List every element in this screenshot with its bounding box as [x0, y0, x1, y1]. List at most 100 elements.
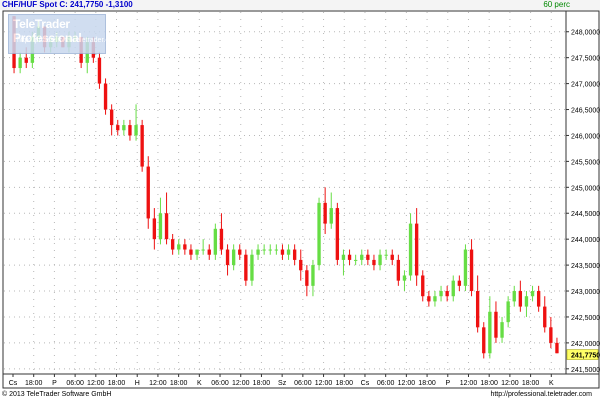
candle-body — [475, 291, 480, 328]
candle-body — [250, 254, 254, 281]
candle-body — [536, 291, 541, 307]
chart-footer: © 2013 TeleTrader Software GmbH http://p… — [0, 389, 600, 400]
candle-body — [244, 254, 248, 281]
candle-body — [170, 239, 175, 250]
x-tick-label: 18:00 — [522, 380, 540, 387]
y-tick-label: 245,0000 — [571, 185, 600, 192]
candle-body — [146, 166, 150, 219]
y-tick-label: 243,0000 — [571, 289, 600, 296]
candle-body — [524, 296, 529, 307]
candlestick-chart: 241,5000 242,0000 242,5000 243,0000 243,5000… — [0, 0, 600, 389]
candle-body — [238, 249, 242, 255]
candle-body — [488, 311, 492, 354]
y-tick-label: 248,0000 — [571, 30, 600, 37]
candle-body — [152, 218, 157, 240]
candle-body — [427, 296, 431, 302]
candle-body — [439, 291, 443, 297]
candle-body — [201, 249, 205, 251]
x-tick-label: Cs — [9, 380, 18, 387]
candle-body — [335, 208, 340, 260]
candle-body — [164, 213, 169, 240]
candle-body — [311, 265, 315, 286]
teletrader-watermark: TeleTrader Professional http://professio… — [8, 14, 119, 54]
candle-body — [518, 291, 523, 307]
candle-body — [366, 254, 370, 260]
candle-body — [262, 249, 266, 251]
last-price-label: 241,7750 — [571, 353, 600, 360]
candle-body — [134, 125, 138, 136]
x-tick-label: 12:00 — [398, 380, 416, 387]
footer-url: http://professional.teletrader.com — [490, 391, 592, 398]
x-tick-label: 06:00 — [294, 380, 312, 387]
x-tick-label: K — [549, 380, 554, 387]
candle-body — [457, 280, 462, 286]
x-tick-label: 18:00 — [25, 380, 43, 387]
candle-body — [189, 249, 193, 255]
candle-body — [341, 254, 346, 260]
candle-body — [530, 291, 535, 297]
candle-body — [347, 254, 352, 260]
x-tick-label: 18:00 — [418, 380, 436, 387]
y-tick-label: 245,5000 — [571, 159, 600, 166]
candle-body — [482, 327, 486, 354]
candle-body — [195, 249, 199, 255]
candle-body — [286, 249, 291, 255]
candle-body — [360, 254, 364, 260]
candle-body — [183, 244, 187, 250]
x-tick-label: 12:00 — [315, 380, 333, 387]
candle-body — [323, 202, 327, 224]
candle-body — [213, 228, 218, 255]
candle-body — [494, 311, 498, 338]
x-tick-label: 18:00 — [108, 380, 126, 387]
watermark-url: http://professional.teletrader.com — [17, 37, 119, 44]
candle-body — [500, 322, 504, 338]
candle-body — [414, 223, 419, 276]
candle-body — [402, 275, 407, 281]
candle-body — [421, 275, 425, 297]
candle-body — [219, 228, 224, 250]
candle-body — [469, 249, 474, 292]
candle-body — [177, 244, 181, 250]
candle-body — [445, 291, 449, 297]
candle-body — [390, 254, 394, 260]
candle-body — [329, 208, 333, 224]
x-tick-label: 18:00 — [335, 380, 353, 387]
candle-body — [506, 301, 510, 323]
candle-body — [207, 249, 211, 255]
x-tick-label: 12:00 — [460, 380, 478, 387]
x-tick-label: P — [52, 380, 57, 387]
candle-body — [549, 327, 553, 343]
y-tick-label: 246,0000 — [571, 133, 600, 140]
candle-body — [103, 83, 108, 110]
candle-body — [225, 249, 230, 266]
x-tick-label: K — [197, 380, 202, 387]
x-tick-label: 12:00 — [87, 380, 105, 387]
candle-body — [396, 259, 401, 281]
candle-body — [451, 280, 455, 297]
candle-body — [128, 125, 132, 136]
x-tick-label: 18:00 — [170, 380, 188, 387]
candle-body — [555, 342, 559, 354]
candle-body — [317, 202, 321, 266]
x-tick-label: 06:00 — [211, 380, 229, 387]
candle-body — [512, 291, 516, 302]
candle-body — [292, 249, 297, 260]
x-tick-label: 12:00 — [149, 380, 167, 387]
x-tick-label: Sz — [278, 380, 287, 387]
candle-body — [408, 223, 413, 276]
copyright-text: © 2013 TeleTrader Software GmbH — [2, 391, 112, 398]
chart-window: 241,5000 242,0000 242,5000 243,0000 243,5000… — [0, 0, 600, 400]
candle-body — [18, 57, 22, 69]
x-tick-label: H — [135, 380, 140, 387]
candle-body — [256, 249, 260, 255]
candle-body — [24, 57, 28, 63]
y-tick-label: 246,5000 — [571, 108, 600, 115]
x-tick-label: 06:00 — [66, 380, 84, 387]
candle-body — [158, 213, 163, 240]
y-tick-label: 243,5000 — [571, 263, 600, 270]
x-tick-label: 12:00 — [232, 380, 250, 387]
instrument-title: CHF/HUF Spot C: 241,7750 -1,3100 — [2, 0, 133, 9]
x-tick-label: 18:00 — [253, 380, 271, 387]
candle-body — [378, 254, 382, 266]
y-tick-label: 241,5000 — [571, 367, 600, 374]
